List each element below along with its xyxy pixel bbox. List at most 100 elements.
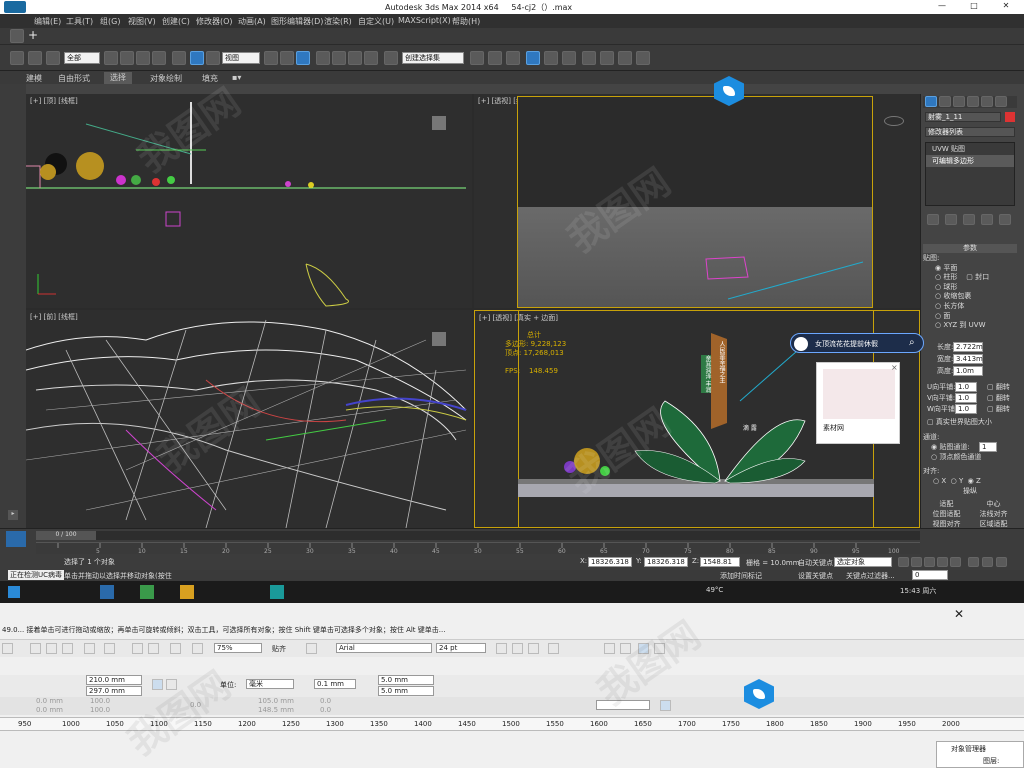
- font-size-dropdown[interactable]: 24 pt: [436, 643, 486, 653]
- configure-sets-icon[interactable]: [999, 214, 1011, 225]
- v-tile-field[interactable]: 1.0: [955, 393, 977, 403]
- maximize-button[interactable]: □: [962, 1, 986, 10]
- stack-item-uvw[interactable]: UVW 贴图: [926, 143, 1014, 155]
- edit-named-selection-icon[interactable]: [384, 51, 398, 65]
- select-object-icon[interactable]: [104, 51, 118, 65]
- normal-align-button[interactable]: 法线对齐: [980, 509, 1008, 519]
- menu-graph-editors[interactable]: 图形编辑器(D): [271, 16, 323, 27]
- menu-tools[interactable]: 工具(T): [66, 16, 93, 27]
- close-icon[interactable]: ✕: [954, 607, 964, 621]
- pivot-center-icon[interactable]: [264, 51, 278, 65]
- modify-tab-icon[interactable]: [939, 96, 951, 107]
- menu-create[interactable]: 创建(C): [162, 16, 190, 27]
- render-frame-icon[interactable]: [618, 51, 632, 65]
- object-name-field[interactable]: 射雾_1_11: [925, 112, 1001, 122]
- redo-icon[interactable]: [104, 643, 115, 654]
- graphite-toggle-icon[interactable]: [526, 51, 540, 65]
- font-dropdown[interactable]: Arial: [336, 643, 432, 653]
- radio-shrink-wrap[interactable]: ○ 收缩包裹: [923, 292, 1017, 302]
- image-preview-card[interactable]: × 素材网: [816, 362, 900, 444]
- menu-maxscript[interactable]: MAXScript(X): [398, 16, 451, 25]
- close-button[interactable]: ✕: [994, 1, 1018, 10]
- search-icon[interactable]: ⌕: [909, 337, 915, 348]
- expand-ribbon-icon[interactable]: ▸: [8, 510, 18, 520]
- snap-toggle-icon[interactable]: [316, 51, 330, 65]
- v-flip-checkbox[interactable]: ▢ 翻转: [987, 393, 1010, 403]
- rollout-params[interactable]: 参数: [923, 244, 1017, 253]
- snap-to-dropdown[interactable]: 贴齐: [272, 644, 286, 654]
- align-text-icon[interactable]: [548, 643, 559, 654]
- viewport-perspective[interactable]: [+] [透视] [线框]: [474, 94, 920, 308]
- goto-start-icon[interactable]: [898, 557, 909, 567]
- schematic-view-icon[interactable]: [562, 51, 576, 65]
- script-listener[interactable]: 正在检测UC病毒: [8, 570, 65, 580]
- time-slider-handle[interactable]: 0 / 100: [36, 531, 96, 540]
- viewport-top[interactable]: [+] [顶] [线框]: [26, 94, 472, 308]
- close-icon[interactable]: ×: [891, 363, 898, 372]
- goto-end-icon[interactable]: [950, 557, 961, 567]
- width-field[interactable]: 3.413m: [953, 354, 983, 364]
- selected-dropdown[interactable]: 选定对象: [834, 557, 892, 567]
- auto-key-button[interactable]: 自动关键点: [798, 558, 833, 568]
- time-slider[interactable]: 0 / 100: [36, 531, 920, 540]
- taskbar-app-icon[interactable]: [100, 585, 114, 599]
- add-time-tag-button[interactable]: 添加时间标记: [720, 571, 762, 581]
- underline-icon[interactable]: [528, 643, 539, 654]
- render-icon[interactable]: [636, 51, 650, 65]
- prev-frame-icon[interactable]: [911, 557, 922, 567]
- settings-icon[interactable]: [306, 643, 317, 654]
- current-frame-field[interactable]: 0: [912, 570, 948, 580]
- menu-rendering[interactable]: 渲染(R): [324, 16, 352, 27]
- next-frame-icon[interactable]: [937, 557, 948, 567]
- w-tile-field[interactable]: 1.0: [955, 404, 977, 414]
- undo-icon[interactable]: [84, 643, 95, 654]
- object-manager-title[interactable]: 对象管理器: [951, 744, 986, 754]
- manipulate-button[interactable]: 操纵: [923, 486, 1017, 496]
- cut-icon[interactable]: [30, 643, 41, 654]
- selection-filter-dropdown[interactable]: 全部: [64, 52, 100, 64]
- viewcube-icon[interactable]: [432, 332, 446, 346]
- u-flip-checkbox[interactable]: ▢ 翻转: [987, 382, 1010, 392]
- plus-icon[interactable]: +: [28, 29, 42, 43]
- radio-map-channel[interactable]: ◉ 贴图通道: 1: [923, 442, 1017, 452]
- curve-editor-icon[interactable]: [544, 51, 558, 65]
- orbit-icon[interactable]: [982, 557, 993, 567]
- app-launcher-icon[interactable]: [192, 643, 203, 654]
- material-editor-icon[interactable]: [582, 51, 596, 65]
- taskbar-3dsmax-icon[interactable]: [270, 585, 284, 599]
- key-filters-button[interactable]: 关键点过滤器...: [846, 571, 895, 581]
- fit-button[interactable]: 适配: [940, 499, 954, 509]
- remove-modifier-icon[interactable]: [981, 214, 993, 225]
- import-icon[interactable]: [132, 643, 143, 654]
- viewcube-ring-icon[interactable]: [884, 116, 904, 126]
- viewcube-icon[interactable]: [432, 116, 446, 130]
- link-icon[interactable]: [10, 51, 24, 65]
- track-bar[interactable]: 5 10 15 20 25 30 35 40 45 50 55 60 65 70…: [36, 542, 920, 555]
- render-setup-icon[interactable]: [600, 51, 614, 65]
- radio-z[interactable]: ◉ Z: [968, 477, 981, 485]
- utilities-tab-icon[interactable]: [995, 96, 1007, 107]
- spinner-snap-icon[interactable]: [364, 51, 378, 65]
- hand-icon[interactable]: [660, 700, 671, 711]
- y-coord-field[interactable]: 18326.318: [644, 557, 688, 567]
- minimize-button[interactable]: —: [930, 1, 954, 10]
- nudge-field[interactable]: 0.1 mm: [314, 679, 356, 689]
- named-selection-dropdown[interactable]: 创建选择集: [402, 52, 464, 64]
- w-flip-checkbox[interactable]: ▢ 翻转: [987, 404, 1010, 414]
- radio-cylindrical[interactable]: ○ 柱形 ▢ 封口: [923, 273, 1017, 283]
- map-channel-field[interactable]: 1: [979, 442, 997, 452]
- make-unique-icon[interactable]: [963, 214, 975, 225]
- ref-coord-dropdown[interactable]: 视图: [222, 52, 260, 64]
- radio-face[interactable]: ○ 面: [923, 312, 1017, 322]
- radio-xyz-uvw[interactable]: ○ XYZ 到 UVW: [923, 321, 1017, 331]
- bitmap-fit-button[interactable]: 位图适配: [933, 509, 961, 519]
- object-color-swatch[interactable]: [1005, 112, 1015, 122]
- open-icon[interactable]: [10, 29, 24, 43]
- x-coord-field[interactable]: 18326.318: [588, 557, 632, 567]
- radio-vertex-color[interactable]: ○ 顶点颜色通道: [923, 452, 1017, 462]
- unlink-icon[interactable]: [28, 51, 42, 65]
- align-icon[interactable]: [488, 51, 502, 65]
- hierarchy-tab-icon[interactable]: [953, 96, 965, 107]
- rotate-icon[interactable]: [190, 51, 204, 65]
- pin-stack-icon[interactable]: [927, 214, 939, 225]
